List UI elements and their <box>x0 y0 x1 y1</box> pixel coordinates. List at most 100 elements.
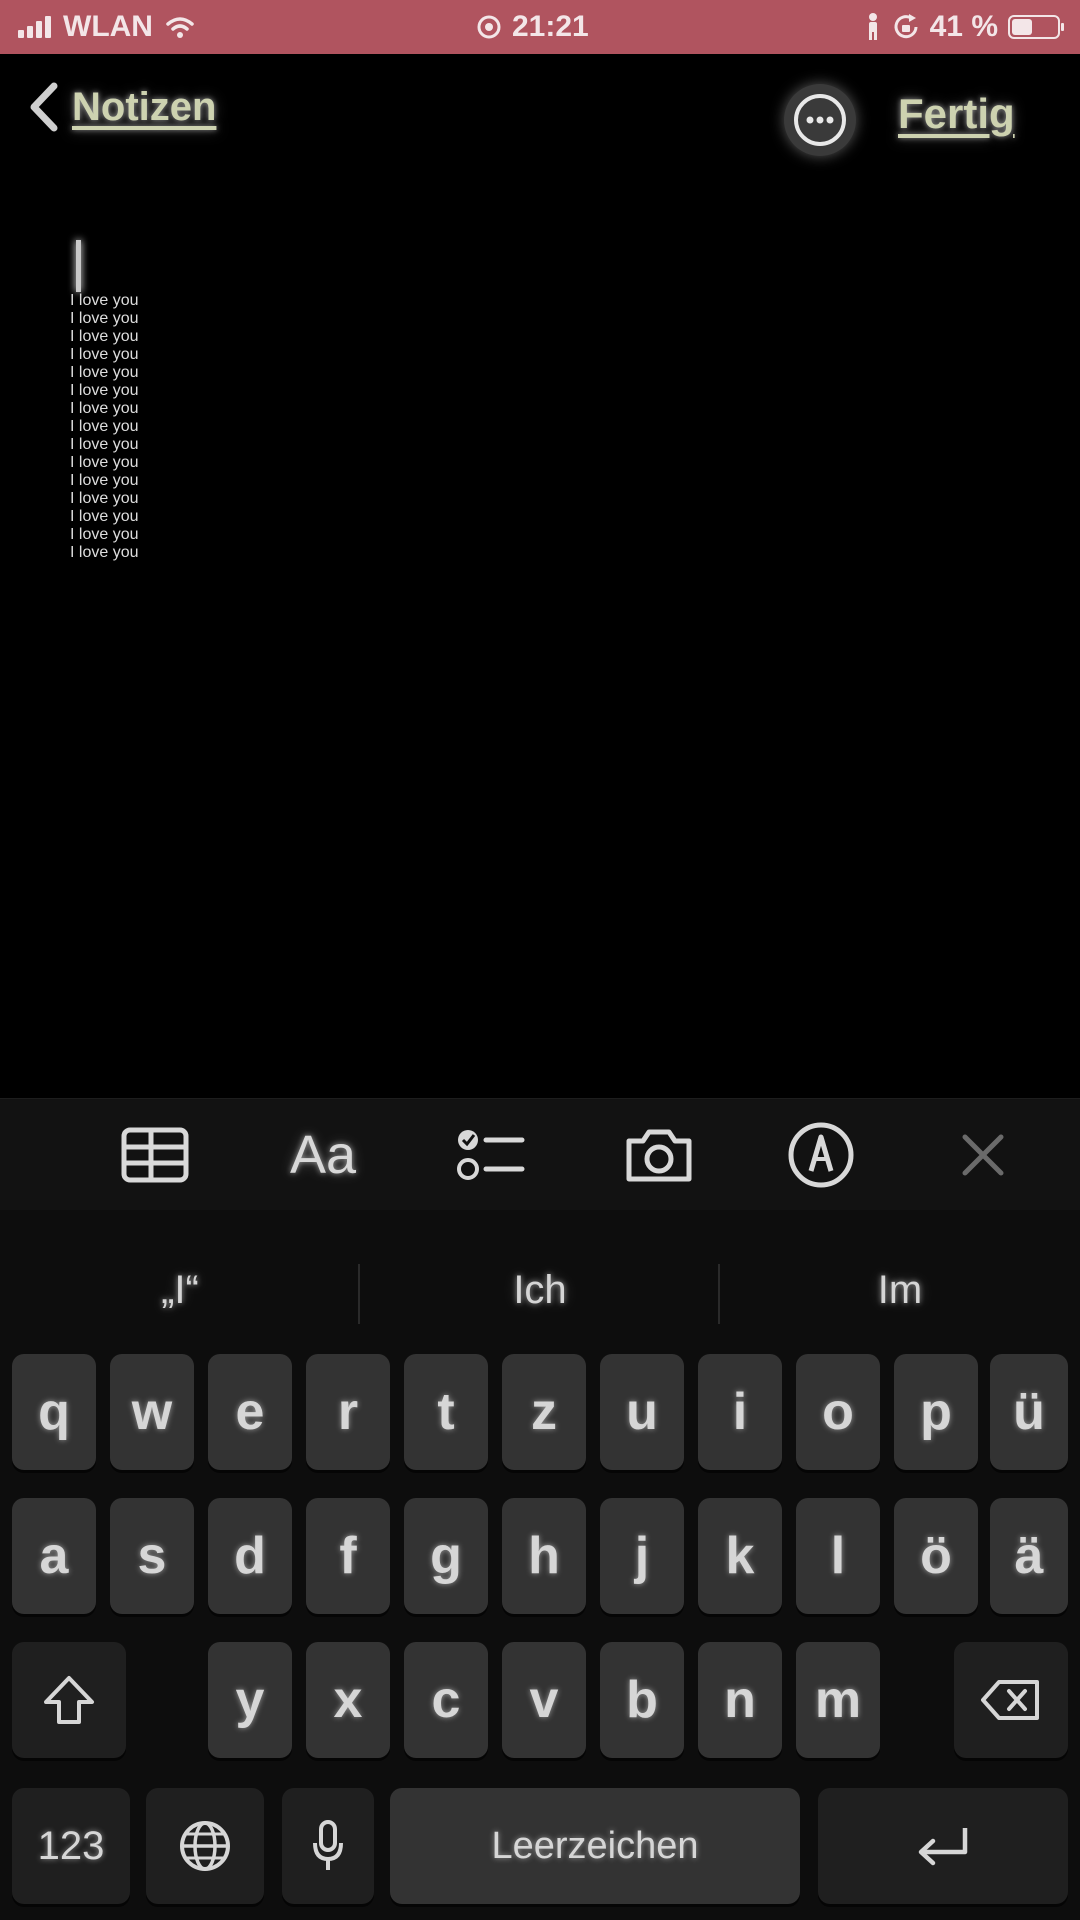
key[interactable]: ü <box>990 1354 1068 1470</box>
format-button[interactable]: Aa <box>278 1119 368 1191</box>
person-icon <box>868 13 877 40</box>
note-line: I love you <box>70 382 139 399</box>
backspace-icon <box>981 1680 1039 1720</box>
note-line: I love you <box>70 436 139 453</box>
key[interactable]: x <box>306 1642 390 1758</box>
return-key[interactable] <box>818 1788 1068 1904</box>
note-body[interactable]: I love you I love you I love you I love … <box>70 292 138 562</box>
key[interactable]: d <box>208 1498 292 1614</box>
battery-icon <box>1008 15 1064 39</box>
key-label: w <box>131 1383 173 1441</box>
key[interactable]: ä <box>990 1498 1068 1614</box>
suggestion-item[interactable]: Im <box>750 1268 1050 1313</box>
dictation-key[interactable] <box>282 1788 374 1904</box>
chevron-left-icon <box>30 82 58 132</box>
note-line: I love you <box>70 364 139 381</box>
key-label: ä <box>1014 1527 1044 1585</box>
key-label: f <box>339 1527 357 1585</box>
carrier-label: WLAN <box>63 10 153 43</box>
table-button[interactable] <box>110 1119 200 1191</box>
key[interactable]: z <box>502 1354 586 1470</box>
key[interactable]: v <box>502 1642 586 1758</box>
key[interactable]: f <box>306 1498 390 1614</box>
space-key[interactable]: Leerzeichen <box>390 1788 800 1904</box>
key[interactable]: n <box>698 1642 782 1758</box>
key-label: c <box>431 1671 461 1729</box>
suggestion-item[interactable]: „I“ <box>30 1268 330 1313</box>
close-keyboard-button[interactable] <box>938 1119 1028 1191</box>
format-toolbar: Aa <box>0 1098 1080 1211</box>
note-line: I love you <box>70 400 139 417</box>
location-icon <box>477 15 501 39</box>
note-line: I love you <box>70 310 139 327</box>
key[interactable]: y <box>208 1642 292 1758</box>
key-label: s <box>137 1527 167 1585</box>
done-button[interactable]: Fertig <box>898 90 1015 138</box>
note-line: I love you <box>70 292 139 309</box>
key-label: 123 <box>37 1823 105 1868</box>
key-label: i <box>732 1383 748 1441</box>
shift-icon <box>44 1676 94 1724</box>
camera-button[interactable] <box>614 1119 704 1191</box>
note-line: I love you <box>70 346 139 363</box>
key[interactable]: j <box>600 1498 684 1614</box>
delete-key[interactable] <box>954 1642 1068 1758</box>
text-cursor <box>76 240 81 292</box>
key[interactable]: s <box>110 1498 194 1614</box>
suggestion-item[interactable]: Ich <box>390 1268 690 1313</box>
key[interactable]: ö <box>894 1498 978 1614</box>
signal-icon <box>18 16 51 38</box>
globe-key[interactable] <box>146 1788 264 1904</box>
key[interactable]: i <box>698 1354 782 1470</box>
numbers-key[interactable]: 123 <box>12 1788 130 1904</box>
shift-key[interactable] <box>12 1642 126 1758</box>
markup-icon <box>788 1122 854 1188</box>
globe-icon <box>180 1821 230 1871</box>
key[interactable]: t <box>404 1354 488 1470</box>
keyboard: „I“ Ich Im q w e r t z u i o p ü a s d f… <box>0 1210 1080 1920</box>
key[interactable]: w <box>110 1354 194 1470</box>
key-label: x <box>333 1671 363 1729</box>
suggestion-divider <box>718 1264 720 1324</box>
key[interactable]: p <box>894 1354 978 1470</box>
key[interactable]: m <box>796 1642 880 1758</box>
key[interactable]: u <box>600 1354 684 1470</box>
close-icon <box>962 1134 1004 1176</box>
key[interactable]: g <box>404 1498 488 1614</box>
key[interactable]: k <box>698 1498 782 1614</box>
key-label: n <box>724 1671 756 1729</box>
key[interactable]: l <box>796 1498 880 1614</box>
key-label: v <box>529 1671 559 1729</box>
key[interactable]: e <box>208 1354 292 1470</box>
status-bar: WLAN 21:21 41 % <box>0 0 1080 54</box>
key[interactable]: q <box>12 1354 96 1470</box>
note-line: I love you <box>70 328 139 345</box>
suggestion-bar: „I“ Ich Im <box>0 1246 1080 1334</box>
return-icon <box>918 1828 968 1866</box>
key-label: m <box>814 1671 862 1729</box>
more-button[interactable] <box>784 84 856 156</box>
key-label: d <box>234 1527 266 1585</box>
note-line: I love you <box>70 472 139 489</box>
suggestion-divider <box>358 1264 360 1324</box>
ellipsis-circle-icon <box>794 94 846 146</box>
key[interactable]: r <box>306 1354 390 1470</box>
key[interactable]: o <box>796 1354 880 1470</box>
key-label: k <box>725 1527 755 1585</box>
key-label: q <box>38 1383 70 1441</box>
battery-percent: 41 % <box>929 10 998 43</box>
key[interactable]: h <box>502 1498 586 1614</box>
table-icon <box>121 1127 189 1183</box>
key-label: Leerzeichen <box>491 1824 699 1867</box>
key[interactable]: a <box>12 1498 96 1614</box>
key-label: r <box>337 1383 359 1441</box>
key-label: j <box>634 1527 650 1585</box>
rotation-lock-icon <box>894 14 918 39</box>
camera-icon <box>626 1129 692 1182</box>
key[interactable]: b <box>600 1642 684 1758</box>
checklist-button[interactable] <box>446 1119 536 1191</box>
key[interactable]: c <box>404 1642 488 1758</box>
markup-button[interactable] <box>776 1119 866 1191</box>
back-label: Notizen <box>72 84 217 129</box>
back-button[interactable]: Notizen <box>28 82 216 132</box>
